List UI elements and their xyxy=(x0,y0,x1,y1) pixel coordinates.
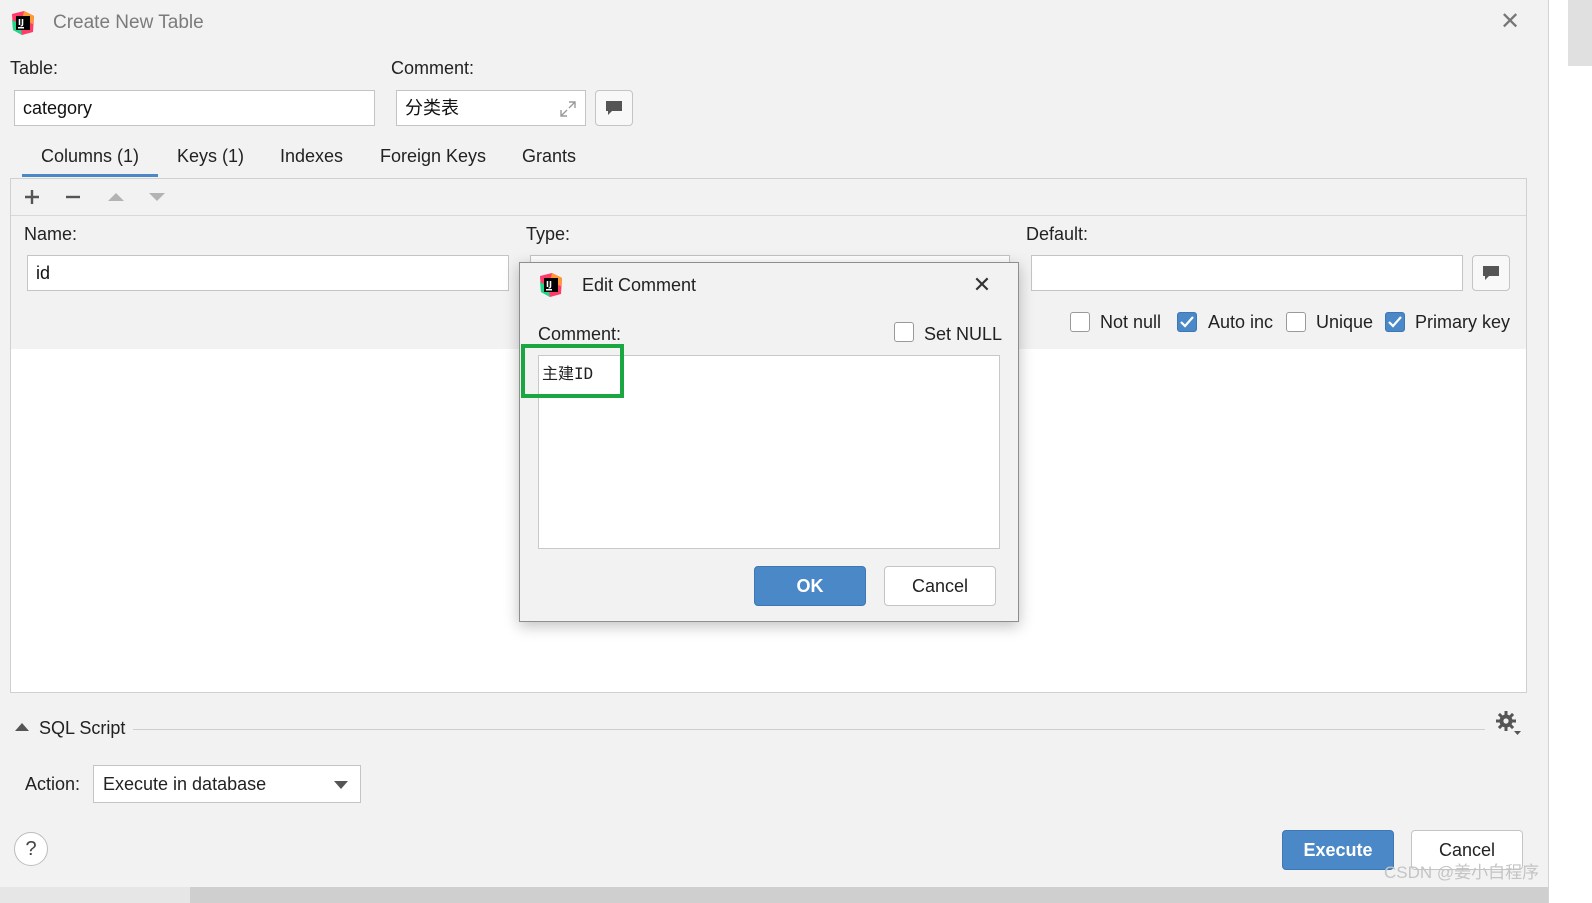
type-label: Type: xyxy=(526,224,571,244)
column-name-input[interactable]: id xyxy=(27,255,509,291)
default-label: Default: xyxy=(1026,224,1089,244)
unique-label: Unique xyxy=(1316,312,1374,332)
action-dropdown[interactable]: Execute in database xyxy=(93,765,361,803)
table-comment-value: 分类表 xyxy=(405,98,459,118)
remove-icon[interactable] xyxy=(60,184,86,210)
name-label: Name: xyxy=(24,224,78,244)
tab-columns[interactable]: Columns (1) xyxy=(41,146,139,167)
table-comment-input[interactable]: 分类表 xyxy=(396,90,586,126)
edit-comment-button[interactable] xyxy=(595,90,633,126)
action-value: Execute in database xyxy=(103,774,267,794)
column-comment-button[interactable] xyxy=(1472,255,1510,291)
ok-button[interactable]: OK xyxy=(754,566,866,606)
intellij-logo-icon: IJ xyxy=(540,273,562,297)
intellij-logo-icon: IJ xyxy=(12,11,34,35)
primary-key-checkbox[interactable] xyxy=(1385,312,1405,332)
add-icon[interactable] xyxy=(19,184,45,210)
dialog-close-icon[interactable]: ✕ xyxy=(970,273,994,297)
highlight-annotation xyxy=(521,344,624,398)
section-divider xyxy=(133,729,1485,730)
auto-inc-checkbox[interactable] xyxy=(1177,312,1197,332)
dialog-comment-label: Comment: xyxy=(538,324,622,344)
primary-key-label: Primary key xyxy=(1415,312,1511,332)
dialog-cancel-button[interactable]: Cancel xyxy=(884,566,996,606)
checkmark-icon xyxy=(1388,316,1402,328)
horizontal-scrollbar[interactable] xyxy=(0,887,1548,903)
comment-icon xyxy=(1483,266,1499,280)
table-label: Table: xyxy=(10,58,59,78)
tab-grants[interactable]: Grants xyxy=(522,146,576,167)
watermark: CSDN @姜小白程序 xyxy=(1384,863,1540,882)
comment-label: Comment: xyxy=(391,58,475,78)
svg-text:IJ: IJ xyxy=(18,18,24,27)
sql-script-label[interactable]: SQL Script xyxy=(39,718,125,739)
scrollbar-thumb[interactable] xyxy=(190,887,1548,903)
columns-toolbar xyxy=(11,179,1526,216)
gear-icon[interactable] xyxy=(1494,709,1522,737)
action-label: Action: xyxy=(25,774,81,794)
window-title: Create New Table xyxy=(53,12,204,33)
column-default-input[interactable] xyxy=(1031,255,1463,291)
active-tab-indicator xyxy=(22,174,158,177)
close-icon[interactable]: ✕ xyxy=(1498,10,1522,34)
comment-icon xyxy=(606,101,622,115)
table-name-input[interactable]: category xyxy=(14,90,375,126)
scrollbar[interactable] xyxy=(1568,0,1592,66)
checkmark-icon xyxy=(1180,316,1194,328)
window-edge xyxy=(1548,0,1592,903)
set-null-checkbox[interactable] xyxy=(894,322,914,342)
set-null-label: Set NULL xyxy=(924,324,1003,344)
tab-indexes[interactable]: Indexes xyxy=(280,146,343,167)
expand-icon[interactable] xyxy=(559,100,577,118)
execute-button[interactable]: Execute xyxy=(1282,830,1394,870)
move-down-icon[interactable] xyxy=(144,184,170,210)
not-null-checkbox[interactable] xyxy=(1070,312,1090,332)
tab-keys[interactable]: Keys (1) xyxy=(177,146,244,167)
chevron-down-icon xyxy=(334,781,348,789)
not-null-label: Not null xyxy=(1100,312,1162,332)
unique-checkbox[interactable] xyxy=(1286,312,1306,332)
tab-foreign-keys[interactable]: Foreign Keys xyxy=(380,146,486,167)
dialog-title: Edit Comment xyxy=(582,275,697,295)
move-up-icon[interactable] xyxy=(103,184,129,210)
svg-text:IJ: IJ xyxy=(546,280,552,289)
auto-inc-label: Auto inc xyxy=(1208,312,1274,332)
collapse-arrow-icon[interactable] xyxy=(14,721,30,733)
help-button[interactable]: ? xyxy=(14,832,48,866)
